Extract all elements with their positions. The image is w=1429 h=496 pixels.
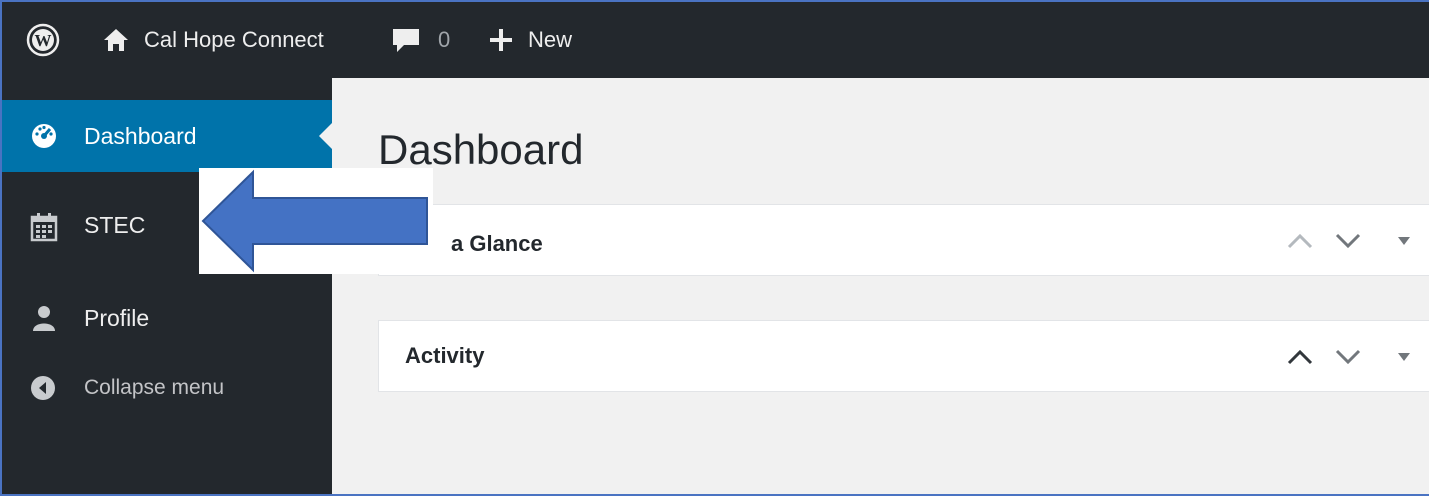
screenshot-frame: W Cal Hope Connect 0 New Dashboard STEC …: [0, 0, 1429, 496]
site-name-link[interactable]: Cal Hope Connect: [102, 2, 324, 78]
main-content: Dashboard a Glance Activity: [332, 78, 1429, 494]
widget-title[interactable]: a Glance: [451, 231, 543, 257]
dashboard-gauge-icon: [30, 122, 58, 150]
chevron-up-icon[interactable]: [1287, 349, 1313, 365]
widget-at-a-glance: a Glance: [378, 204, 1429, 276]
toggle-arrow-icon[interactable]: [1397, 352, 1411, 362]
sidebar-item-label: STEC: [84, 212, 146, 238]
calendar-icon: [30, 212, 58, 242]
comments-count: 0: [438, 27, 451, 52]
collapse-menu-button[interactable]: Collapse menu: [2, 360, 332, 416]
page-title: Dashboard: [378, 126, 584, 173]
chevron-up-icon[interactable]: [1287, 233, 1313, 249]
widget-controls: [1287, 205, 1411, 277]
toggle-arrow-icon[interactable]: [1397, 236, 1411, 246]
new-label: New: [528, 27, 573, 52]
admin-sidebar: Dashboard STEC Profile Collapse menu: [2, 78, 333, 494]
user-icon: [30, 304, 58, 332]
chevron-down-icon[interactable]: [1335, 233, 1361, 249]
current-menu-pointer: [319, 122, 333, 150]
new-content-link[interactable]: New: [488, 2, 572, 78]
admin-bar: W Cal Hope Connect 0 New: [2, 2, 1429, 78]
widget-activity: Activity: [378, 320, 1429, 392]
svg-text:W: W: [35, 31, 52, 50]
plus-icon: [488, 27, 514, 53]
sidebar-item-dashboard[interactable]: Dashboard: [2, 100, 333, 172]
sidebar-item-profile[interactable]: Profile: [2, 290, 332, 346]
home-icon: [102, 27, 130, 53]
sidebar-item-label: Collapse menu: [84, 376, 225, 399]
chevron-down-icon[interactable]: [1335, 349, 1361, 365]
annotation-callout: [199, 168, 433, 274]
site-name: Cal Hope Connect: [144, 27, 324, 52]
widget-title[interactable]: Activity: [405, 343, 484, 369]
widget-controls: [1287, 321, 1411, 393]
comments-link[interactable]: 0: [390, 2, 450, 78]
left-arrow-icon: [201, 169, 428, 273]
collapse-arrow-icon: [30, 375, 56, 401]
sidebar-item-label: Profile: [84, 304, 150, 331]
sidebar-item-label: Dashboard: [84, 122, 197, 149]
comment-bubble-icon: [390, 26, 422, 54]
wordpress-logo-icon[interactable]: W: [26, 2, 60, 78]
